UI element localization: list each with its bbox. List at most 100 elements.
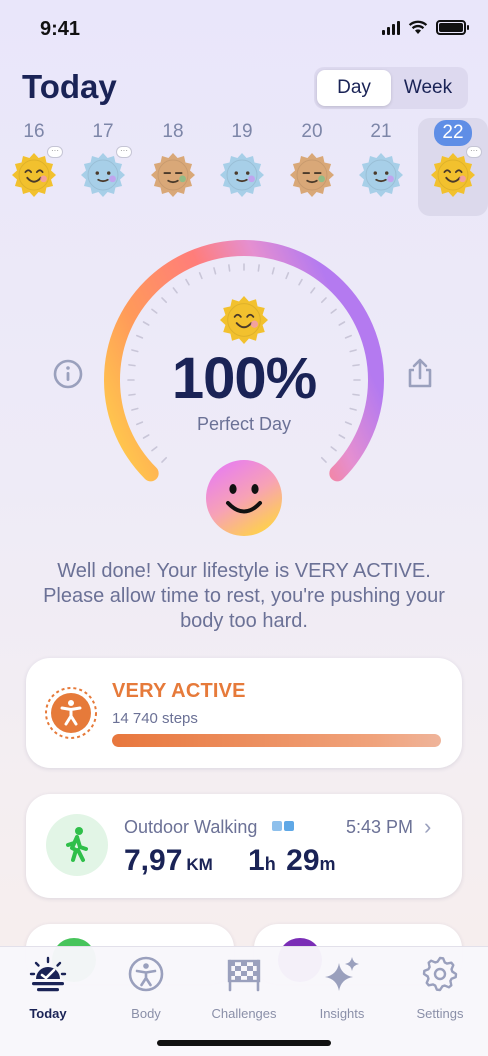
gauge-tick bbox=[298, 278, 303, 286]
gauge-tick bbox=[151, 446, 158, 452]
gauge-tick bbox=[185, 278, 190, 286]
gauge-tick bbox=[338, 321, 346, 326]
chevron-right-icon: › bbox=[424, 814, 432, 839]
tab-settings[interactable]: Settings bbox=[392, 955, 488, 1021]
segment-day[interactable]: Day bbox=[317, 70, 391, 106]
day-number: 21 bbox=[370, 121, 392, 142]
day-mood-icon: ··· bbox=[80, 146, 132, 198]
segment-week[interactable]: Week bbox=[391, 70, 465, 106]
sun-face-icon bbox=[359, 153, 403, 197]
day-item-22[interactable]: 22 ··· bbox=[418, 118, 488, 216]
tab-today[interactable]: Today bbox=[0, 955, 96, 1021]
gauge-tick bbox=[257, 264, 260, 272]
week-strip: 16 ··· 17 ··· 18 19 20 21 22 ··· bbox=[0, 118, 488, 218]
note-bubble-icon: ··· bbox=[466, 146, 482, 158]
day-item-16[interactable]: 16 ··· bbox=[11, 118, 63, 198]
gauge-tick bbox=[228, 264, 231, 272]
lifestyle-message: Well done! Your lifestyle is VERY ACTIVE… bbox=[43, 560, 445, 632]
gauge-tick bbox=[198, 272, 203, 280]
note-bubble-icon: ··· bbox=[47, 146, 63, 158]
day-mood-icon bbox=[219, 152, 265, 198]
page-title: Today bbox=[22, 68, 117, 105]
gauge-tick bbox=[285, 272, 290, 280]
distance-value: 7,97 bbox=[124, 844, 183, 877]
day-mood-icon: ··· bbox=[430, 146, 482, 198]
cellular-signal-icon bbox=[382, 20, 400, 35]
status-icons bbox=[382, 20, 469, 35]
activity-level-icon bbox=[45, 687, 97, 739]
sun-face-icon bbox=[290, 153, 334, 197]
score-label: Perfect Day bbox=[196, 414, 292, 434]
workout-time: 5:43 PM bbox=[346, 817, 414, 837]
tab-label: Today bbox=[29, 1006, 67, 1021]
day-item-17[interactable]: 17 ··· bbox=[80, 118, 132, 198]
gauge-tick bbox=[320, 297, 327, 304]
mood-face-icon bbox=[206, 460, 282, 536]
status-time: 9:41 bbox=[40, 18, 81, 40]
gauge-tick bbox=[310, 287, 316, 294]
gauge-tick bbox=[161, 297, 168, 304]
duration-hours: 1 bbox=[248, 844, 265, 877]
day-item-19[interactable]: 19 bbox=[219, 118, 265, 198]
note-bubble-icon: ··· bbox=[116, 146, 132, 158]
gauge-tick bbox=[136, 334, 144, 339]
day-item-18[interactable]: 18 bbox=[150, 118, 196, 198]
gauge-tick bbox=[338, 434, 346, 439]
duration-minutes: 29 bbox=[286, 844, 320, 877]
tab-label: Body bbox=[131, 1006, 161, 1021]
wifi-icon bbox=[408, 20, 428, 34]
sunrise-check-icon bbox=[29, 956, 67, 992]
tab-challenges[interactable]: Challenges bbox=[196, 955, 292, 1021]
gauge-tick bbox=[330, 308, 337, 314]
step-count: 14 740 steps bbox=[112, 710, 198, 727]
walking-icon bbox=[46, 814, 108, 876]
gauge-tick bbox=[172, 287, 178, 294]
workout-distance: 7,97 KM bbox=[124, 844, 213, 878]
day-item-20[interactable]: 20 bbox=[289, 118, 335, 198]
gauge-tick bbox=[142, 321, 150, 326]
workout-card[interactable]: Outdoor Walking 5:43 PM › 7,97 KM 1h 29m bbox=[26, 794, 462, 898]
checkered-flag-icon bbox=[227, 959, 261, 992]
sun-face-icon bbox=[151, 153, 195, 197]
body-icon bbox=[128, 956, 164, 992]
workout-title: Outdoor Walking bbox=[124, 817, 258, 837]
gauge-tick bbox=[330, 446, 337, 452]
day-mood-icon bbox=[358, 152, 404, 198]
gauge-tick bbox=[161, 456, 168, 463]
period-segmented-control[interactable]: Day Week bbox=[314, 67, 468, 109]
activity-level-card[interactable]: VERY ACTIVE 14 740 steps bbox=[26, 658, 462, 768]
share-icon[interactable] bbox=[404, 356, 436, 390]
gauge-tick bbox=[344, 334, 352, 339]
sun-face-icon bbox=[12, 153, 56, 197]
sun-face-icon bbox=[220, 153, 264, 197]
gauge-tick bbox=[271, 267, 275, 275]
activity-progress-fill bbox=[112, 734, 441, 747]
day-number: 17 bbox=[92, 121, 114, 142]
day-number: 22 bbox=[434, 120, 472, 146]
gauge-tick bbox=[213, 267, 217, 275]
gauge-tick bbox=[151, 308, 158, 314]
day-item-21[interactable]: 21 bbox=[358, 118, 404, 198]
day-number: 19 bbox=[231, 121, 253, 142]
gauge-tick bbox=[142, 434, 150, 439]
gauge-tick bbox=[320, 456, 327, 463]
activity-level-title: VERY ACTIVE bbox=[112, 680, 246, 702]
sparkles-icon bbox=[325, 957, 359, 991]
info-icon[interactable] bbox=[52, 358, 84, 390]
day-number: 18 bbox=[162, 121, 184, 142]
day-number: 20 bbox=[301, 121, 323, 142]
tab-insights[interactable]: Insights bbox=[294, 955, 390, 1021]
tab-body[interactable]: Body bbox=[98, 955, 194, 1021]
duration-hours-unit: h bbox=[264, 854, 276, 874]
day-mood-icon bbox=[150, 152, 196, 198]
gear-icon bbox=[422, 956, 458, 992]
sun-face-icon bbox=[81, 153, 125, 197]
home-indicator bbox=[157, 1040, 331, 1046]
workout-duration: 1h 29m bbox=[248, 844, 336, 878]
day-number: 16 bbox=[23, 121, 45, 142]
tab-label: Insights bbox=[319, 1006, 365, 1021]
tab-label: Settings bbox=[416, 1006, 464, 1021]
distance-unit: KM bbox=[186, 855, 213, 874]
day-mood-icon: ··· bbox=[11, 146, 63, 198]
tab-label: Challenges bbox=[211, 1006, 277, 1021]
